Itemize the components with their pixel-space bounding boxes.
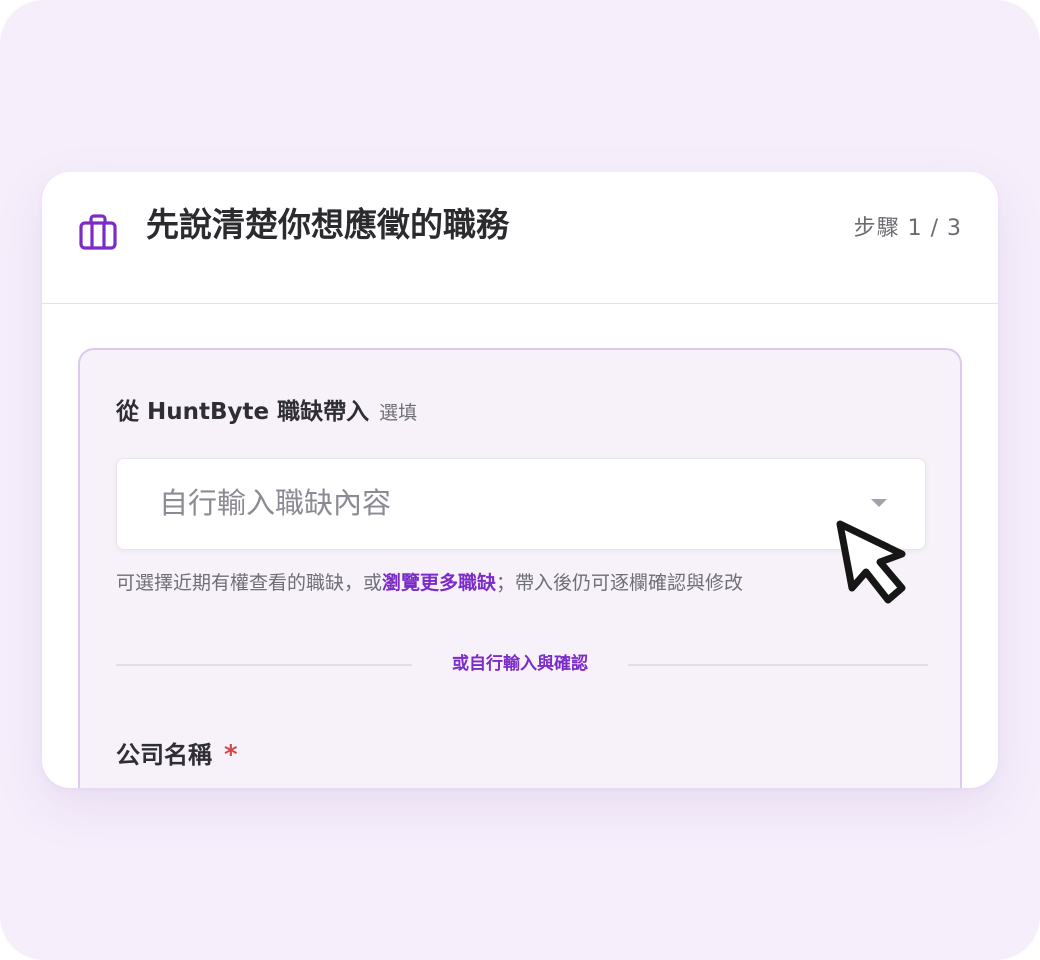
job-import-panel: 從 HuntByte 職缺帶入 選填 自行輸入職缺內容 可選擇近期有權查看的職缺，… xyxy=(78,348,962,788)
job-form-card: 先說清楚你想應徵的職務 步驟 1 / 3 從 HuntByte 職缺帶入 選填 自… xyxy=(42,172,998,788)
mouse-pointer-icon xyxy=(836,520,906,604)
divider-line-right xyxy=(628,664,928,666)
optional-tag: 選填 xyxy=(379,402,418,424)
job-select-dropdown[interactable]: 自行輸入職缺內容 xyxy=(116,458,926,550)
import-helper-text: 可選擇近期有權查看的職缺，或瀏覽更多職缺；帶入後仍可逐欄確認與修改 xyxy=(116,568,924,598)
helper-text-after: ；帶入後仍可逐欄確認與修改 xyxy=(496,572,744,594)
page-background: 先說清楚你想應徵的職務 步驟 1 / 3 從 HuntByte 職缺帶入 選填 自… xyxy=(0,0,1040,960)
company-label-text: 公司名稱 xyxy=(116,741,212,769)
job-select-value: 自行輸入職缺內容 xyxy=(159,486,392,520)
card-header: 先說清楚你想應徵的職務 步驟 1 / 3 xyxy=(42,172,998,304)
browse-more-jobs-link[interactable]: 瀏覽更多職缺 xyxy=(382,572,496,594)
required-mark: * xyxy=(224,740,238,770)
chevron-down-icon xyxy=(871,499,887,507)
company-name-label: 公司名稱 * xyxy=(116,738,238,772)
import-label-text: 從 HuntByte 職缺帶入 xyxy=(116,399,370,425)
helper-text-before: 可選擇近期有權查看的職缺，或 xyxy=(116,572,383,594)
manual-entry-divider: 或自行輸入與確認 xyxy=(452,654,588,674)
step-indicator: 步驟 1 / 3 xyxy=(853,216,962,241)
briefcase-icon xyxy=(79,214,117,250)
page-title: 先說清楚你想應徵的職務 xyxy=(146,205,509,244)
divider-line-left xyxy=(116,664,412,666)
import-section-label: 從 HuntByte 職缺帶入 選填 xyxy=(116,396,417,430)
